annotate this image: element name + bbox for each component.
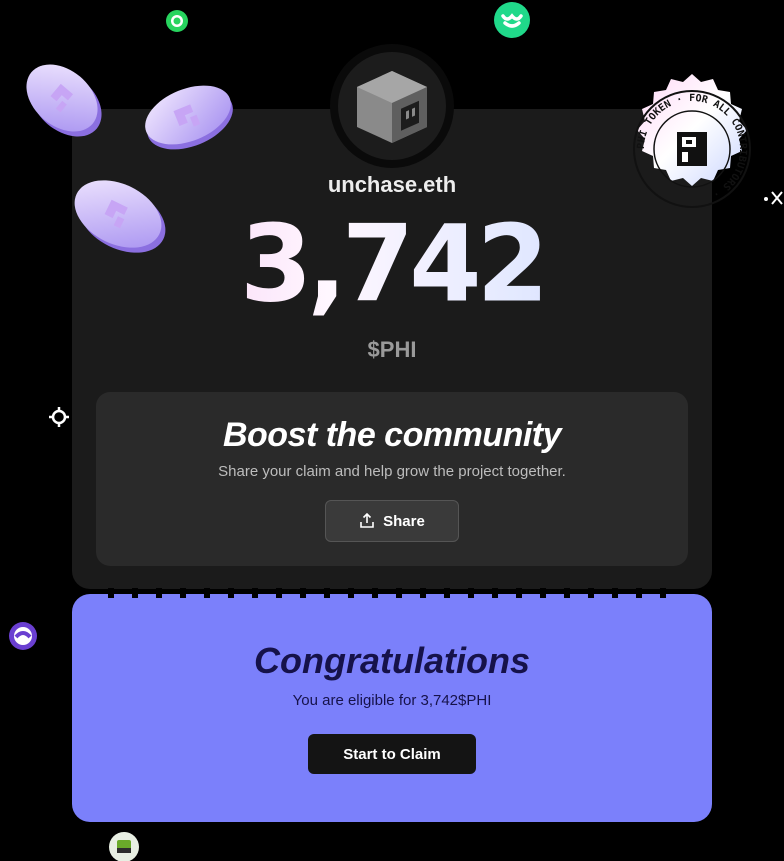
purple-blob-icon <box>9 622 37 650</box>
green-ring-icon <box>166 10 188 32</box>
boost-title: Boost the community <box>222 416 562 454</box>
coin-icon <box>145 85 233 150</box>
congrats-title: Congratulations <box>254 640 530 681</box>
start-claim-button[interactable]: Start to Claim <box>308 734 476 774</box>
crosshair-icon <box>49 407 69 427</box>
coin-icon <box>74 180 166 253</box>
share-button[interactable]: Share <box>325 500 459 542</box>
congrats-card: Congratulations You are eligible for 3,7… <box>72 594 712 822</box>
share-icon <box>360 513 374 528</box>
token-symbol: $PHI <box>367 337 417 362</box>
reward-amount: 3,742 <box>72 211 712 317</box>
share-label: Share <box>383 512 425 530</box>
avatar <box>330 44 454 168</box>
badge-seal-icon: PHI TOKEN · FOR ALL CONTRIBUTORS · <box>633 74 751 208</box>
green-bubble-icon <box>494 2 530 38</box>
sticker-icon <box>109 832 139 861</box>
boost-panel: Boost the community Share your claim and… <box>96 392 688 566</box>
cube-avatar-icon <box>357 71 427 143</box>
congrats-subtitle: You are eligible for 3,742$PHI <box>292 692 492 709</box>
boost-subtitle: Share your claim and help grow the proje… <box>218 463 566 480</box>
ticket-perforation <box>108 588 678 598</box>
coin-icon <box>26 64 102 137</box>
